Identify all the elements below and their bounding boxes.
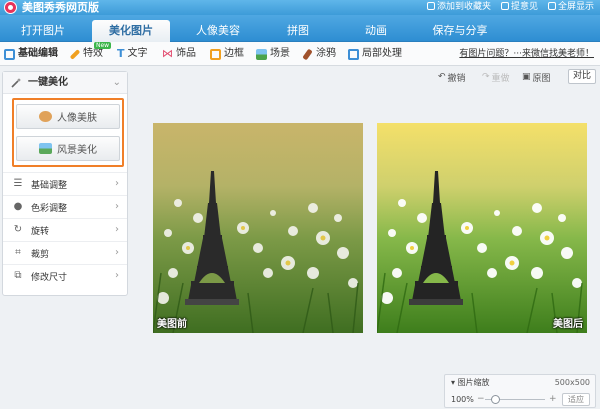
star-icon xyxy=(426,2,435,10)
landscape-icon xyxy=(39,143,52,154)
undo-button[interactable]: ↶ 撤销 xyxy=(438,70,466,84)
toolbar-effects[interactable]: 特效 New xyxy=(69,42,112,62)
app-logo-icon xyxy=(4,1,17,14)
frame-icon xyxy=(210,48,221,60)
tab-portrait[interactable]: 人像美容 xyxy=(178,20,258,42)
title-links: 添加到收藏夹 提意见 全屏显示 xyxy=(426,1,594,14)
chevron-right-icon: › xyxy=(115,178,119,189)
basic-edit-icon xyxy=(4,48,15,60)
sidebar-item-color-adjust[interactable]: ● 色彩调整 › xyxy=(3,195,127,218)
beautify-toolbar: 基础编辑 特效 New T 文字 ⋈ 饰品 边框 场景 涂鸦 局部处理 有图片问… xyxy=(0,42,600,66)
compare-button[interactable]: 对比 xyxy=(568,69,596,84)
title-bar: 美图秀秀网页版 添加到收藏夹 提意见 全屏显示 xyxy=(0,0,600,15)
chevron-right-icon: › xyxy=(115,247,119,258)
after-caption: 美图后 xyxy=(553,319,583,330)
magic-wand-icon xyxy=(69,48,81,60)
zoom-panel: ▾ 图片缩放 500x500 100% − + 适应 xyxy=(444,374,596,408)
before-caption: 美图前 xyxy=(157,319,187,330)
redo-button[interactable]: ↷ 重做 xyxy=(482,70,510,84)
tab-open-image[interactable]: 打开图片 xyxy=(8,20,78,42)
original-button[interactable]: ▣ 原图 xyxy=(522,70,551,84)
chevron-right-icon: › xyxy=(115,201,119,212)
before-image: 美图前 xyxy=(153,123,363,333)
new-badge: New xyxy=(94,42,112,49)
palette-icon: ● xyxy=(13,201,23,212)
image-size: 500x500 xyxy=(554,378,590,387)
toolbar-basic-edit[interactable]: 基础编辑 xyxy=(4,46,58,62)
after-image: 美图后 xyxy=(377,123,587,333)
comment-icon xyxy=(500,2,509,10)
portrait-icon xyxy=(39,111,52,122)
sidebar-item-rotate[interactable]: ↻ 旋转 › xyxy=(3,218,127,241)
zoom-in-icon[interactable]: + xyxy=(549,394,557,404)
toolbar-accessories[interactable]: ⋈ 饰品 xyxy=(162,46,196,62)
scene-icon xyxy=(256,48,267,60)
sidebar-item-basic-adjust[interactable]: ☰ 基础调整 › xyxy=(3,172,127,195)
bow-icon: ⋈ xyxy=(162,47,173,60)
beautify-sidebar: 一键美化 ⌄ 人像美肤 风景美化 ☰ 基础调整 › ● 色彩调整 › ↻ 旋转 … xyxy=(2,71,128,296)
chevron-right-icon: › xyxy=(115,270,119,281)
sidebar-item-crop[interactable]: ⌗ 裁剪 › xyxy=(3,241,127,264)
fullscreen-icon xyxy=(547,2,556,10)
zoom-slider[interactable] xyxy=(485,395,545,404)
undo-icon: ↶ xyxy=(438,72,446,82)
brush-icon xyxy=(302,48,313,60)
landscape-beautify-button[interactable]: 风景美化 xyxy=(16,136,120,161)
portrait-beautify-button[interactable]: 人像美肤 xyxy=(16,104,120,129)
original-icon: ▣ xyxy=(522,72,531,82)
zoom-title[interactable]: ▾ 图片缩放 xyxy=(451,378,490,388)
magic-wand-icon xyxy=(11,78,21,88)
fullscreen-link[interactable]: 全屏显示 xyxy=(547,1,594,14)
toolbar-text[interactable]: T 文字 xyxy=(117,46,148,62)
rotate-icon: ↻ xyxy=(13,224,23,235)
app-title: 美图秀秀网页版 xyxy=(22,1,99,14)
toolbar-scene[interactable]: 场景 xyxy=(256,46,290,62)
local-edit-icon xyxy=(348,48,359,60)
toolbar-doodle[interactable]: 涂鸦 xyxy=(302,46,336,62)
add-favorite-link[interactable]: 添加到收藏夹 xyxy=(426,1,491,14)
text-icon: T xyxy=(117,47,125,60)
main-tab-bar: 打开图片 美化图片 人像美容 拼图 动画 保存与分享 xyxy=(0,15,600,42)
sliders-icon: ☰ xyxy=(13,178,23,189)
tab-save-share[interactable]: 保存与分享 xyxy=(418,20,502,42)
chevron-down-icon: ⌄ xyxy=(112,77,121,88)
tab-collage[interactable]: 拼图 xyxy=(260,20,336,42)
tab-animation[interactable]: 动画 xyxy=(338,20,414,42)
sidebar-item-resize[interactable]: ⧉ 修改尺寸 › xyxy=(3,264,127,287)
help-link[interactable]: 有图片问题？···来微信找美老师！ xyxy=(459,46,594,62)
zoom-out-icon[interactable]: − xyxy=(477,394,485,404)
zoom-percent: 100% xyxy=(451,395,474,404)
toolbar-local-edit[interactable]: 局部处理 xyxy=(348,46,402,62)
one-click-beautify-header[interactable]: 一键美化 ⌄ xyxy=(3,72,127,94)
zoom-slider-handle[interactable] xyxy=(490,395,500,404)
fit-button[interactable]: 适应 xyxy=(562,393,590,406)
chevron-right-icon: › xyxy=(115,224,119,235)
resize-icon: ⧉ xyxy=(14,270,22,281)
feedback-link[interactable]: 提意见 xyxy=(500,1,538,14)
toolbar-frame[interactable]: 边框 xyxy=(210,46,244,62)
tab-beautify-image[interactable]: 美化图片 xyxy=(92,20,170,42)
redo-icon: ↷ xyxy=(482,72,490,82)
crop-icon: ⌗ xyxy=(15,247,21,258)
